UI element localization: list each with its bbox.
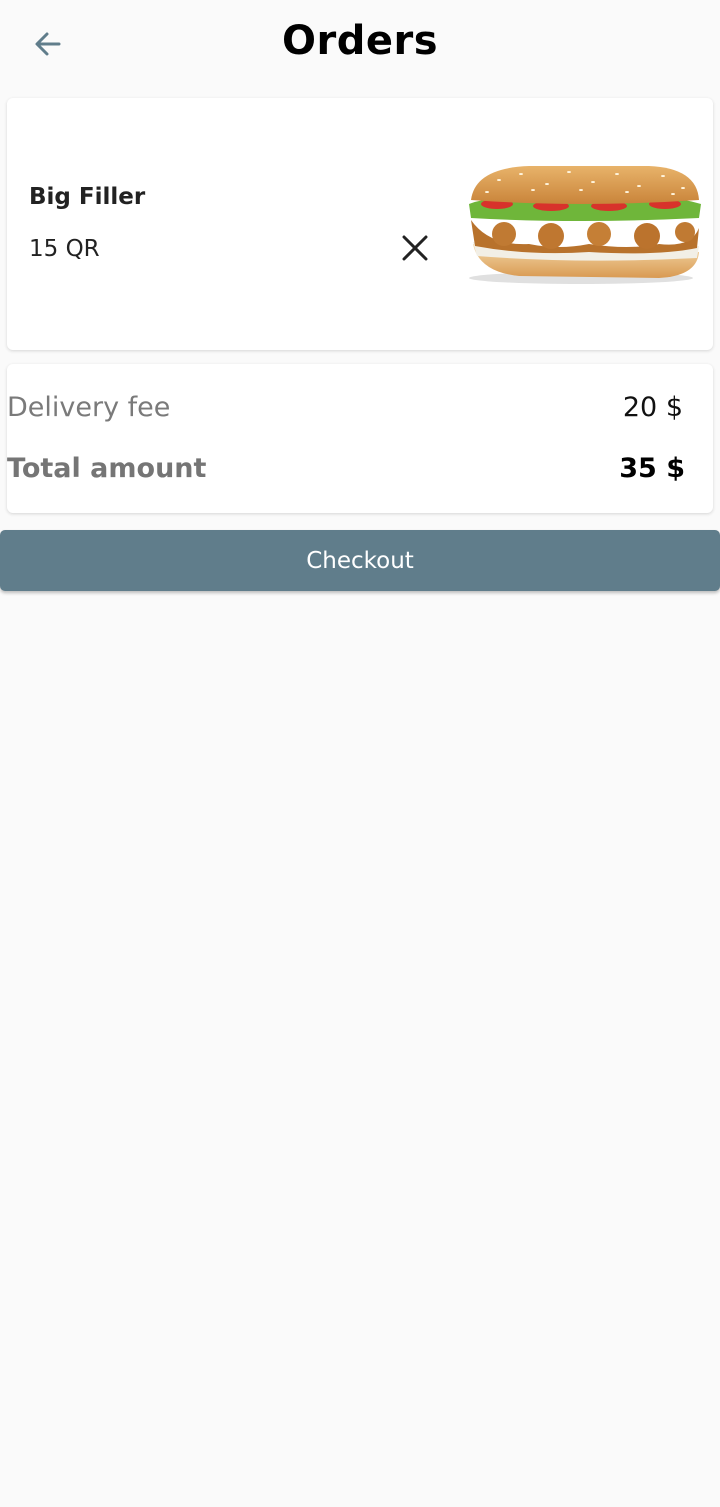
- delivery-fee-label: Delivery fee: [7, 392, 171, 423]
- sandwich-image: [469, 166, 701, 284]
- order-item-card: Big Filler 15 QR: [7, 98, 713, 350]
- app-bar: Orders: [0, 0, 720, 90]
- order-summary-card: Delivery fee 20 $ Total amount 35 $: [7, 364, 713, 513]
- total-amount-value: 35 $: [619, 453, 685, 484]
- close-icon: [402, 235, 428, 261]
- remove-item-button[interactable]: [397, 230, 433, 266]
- total-amount-label: Total amount: [7, 453, 207, 484]
- checkout-button[interactable]: Checkout: [0, 530, 720, 591]
- delivery-fee-value: 20 $: [622, 392, 683, 423]
- page-title: Orders: [281, 18, 439, 64]
- item-price: 15 QR: [29, 236, 100, 262]
- item-name: Big Filler: [29, 184, 146, 210]
